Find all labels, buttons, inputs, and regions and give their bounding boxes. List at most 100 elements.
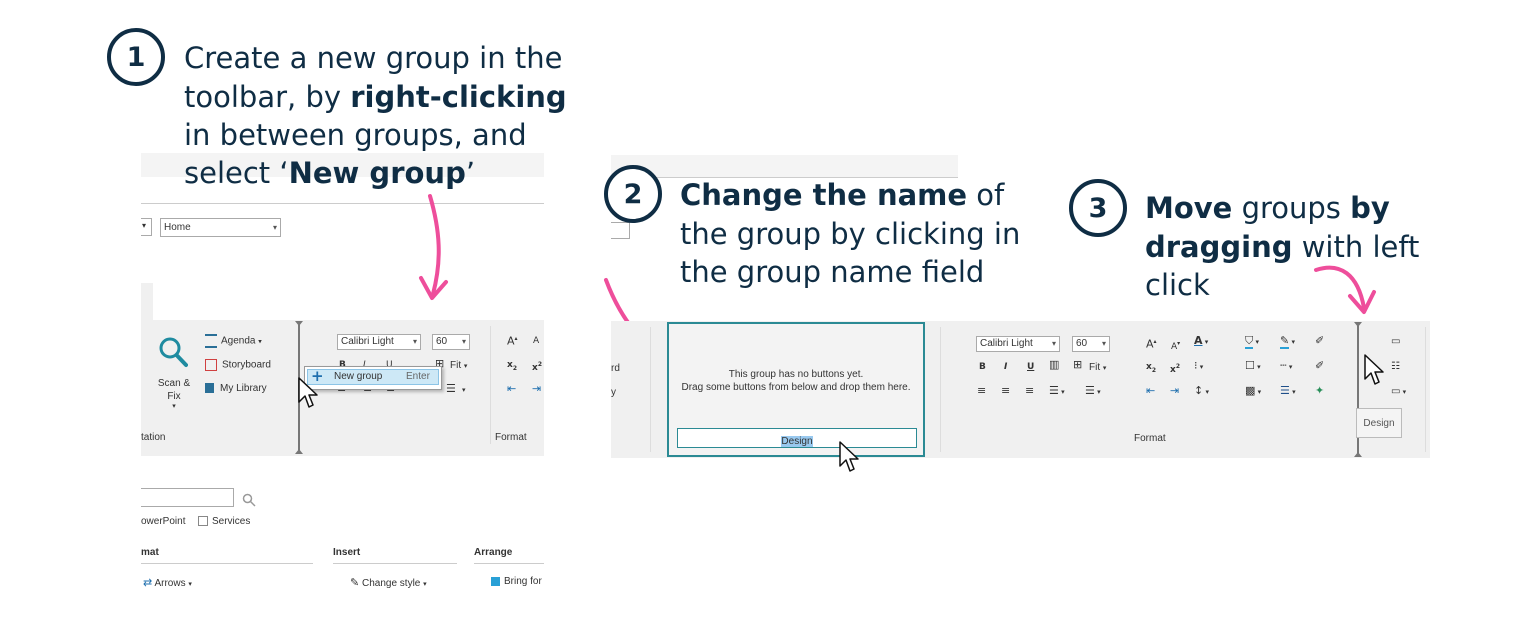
italic-icon[interactable]: I [1004, 361, 1007, 373]
panel-2-dropdown-stub[interactable] [611, 222, 630, 239]
chevron-down-icon: ▾ [172, 403, 176, 410]
panel-2-top-strip [611, 155, 958, 178]
font-name-dropdown[interactable]: Calibri Light ▾ [337, 334, 421, 350]
font-color-icon[interactable]: A ▾ [1194, 335, 1208, 348]
fill-color-icon[interactable]: ⛉ ▾ [1245, 334, 1259, 349]
outdent-icon[interactable]: ⇤ [507, 383, 516, 395]
agenda-icon [205, 334, 217, 348]
eyedropper-icon[interactable]: ✐ [1315, 335, 1324, 347]
line-color-icon[interactable]: ✎ ▾ [1280, 334, 1295, 349]
column-icon[interactable]: ▥ [1049, 359, 1059, 371]
list-icon[interactable]: ☰ [446, 383, 456, 395]
fit-icon[interactable]: ⊞ [1073, 359, 1082, 371]
subscript-icon[interactable]: x2 [1146, 361, 1156, 377]
filter-powerpoint[interactable]: owerPoint [141, 516, 185, 527]
step-2-line-3: the group name field [680, 255, 985, 289]
format-painter-icon[interactable]: ✐ [1315, 360, 1324, 372]
shrink-font-icon[interactable]: A▾ [1171, 338, 1180, 353]
services-checkbox[interactable] [198, 516, 208, 527]
dash-style-icon[interactable]: ┄ ▾ [1280, 360, 1292, 373]
bring-forward-label: Bring for [504, 576, 542, 587]
align-center-icon[interactable]: ≡ [1001, 385, 1010, 397]
line-weight-icon[interactable]: ☰ ▾ [1280, 385, 1296, 398]
panel-2-font-size-dropdown[interactable]: 60 ▾ [1072, 336, 1110, 352]
agenda-button[interactable]: Agenda ▾ [205, 334, 262, 348]
chevron-down-icon: ▾ [1101, 339, 1106, 348]
home-dropdown[interactable]: Home ▾ [160, 218, 281, 237]
step-3-badge: 3 [1069, 179, 1127, 237]
change-style-button[interactable]: ✎ Change style ▾ [350, 576, 427, 589]
fit-button[interactable]: Fit ▾ [450, 360, 467, 371]
search-icon[interactable] [242, 492, 256, 511]
superscript-icon[interactable]: x2 [1170, 361, 1180, 376]
grow-font-icon[interactable]: A▴ [1146, 336, 1157, 351]
font-size-value: 60 [436, 336, 448, 347]
paint-bucket-icon[interactable]: ✦ [1315, 385, 1324, 397]
step-2-line-2: the group by clicking in [680, 216, 1021, 251]
indent-icon[interactable]: ⇥ [532, 383, 541, 395]
my-library-button[interactable]: My Library [205, 383, 267, 394]
panel-2-format-label: Format [1134, 433, 1166, 444]
group-name-field[interactable]: Design [677, 428, 917, 448]
category-format-underline [141, 563, 313, 564]
step-1-badge: 1 [107, 28, 165, 86]
align-left-icon[interactable]: ≡ [977, 385, 986, 397]
underline-icon[interactable]: U [1027, 361, 1034, 373]
shadow-icon[interactable]: ▩ ▾ [1245, 385, 1261, 398]
bring-forward-button[interactable]: Bring for [491, 576, 542, 587]
category-arrange: Arrange [474, 547, 513, 558]
mouse-cursor-icon [1364, 354, 1384, 385]
grow-font-icon[interactable]: A▴ [507, 333, 518, 348]
step-2-line-1-post: of [967, 178, 1005, 212]
step-3-line-1-mid: groups [1232, 191, 1351, 225]
panel-2-font-name-dropdown[interactable]: Calibri Light ▾ [976, 336, 1060, 352]
context-menu-new-group-item[interactable]: + New group Enter [307, 367, 439, 385]
font-size-dropdown[interactable]: 60 ▾ [432, 334, 470, 350]
line-spacing-icon[interactable]: ↕ ▾ [1194, 385, 1209, 398]
step-3-number: 3 [1088, 192, 1108, 224]
my-library-label: My Library [220, 383, 267, 394]
scan-fix-button[interactable]: Scan & Fix ▾ [151, 377, 197, 411]
outdent-icon[interactable]: ⇤ [1146, 385, 1155, 397]
superscript-icon[interactable]: x2 [532, 359, 542, 374]
subscript-icon[interactable]: x2 [507, 359, 517, 375]
step-2-number: 2 [623, 178, 643, 210]
scan-fix-label-1: Scan & [157, 378, 191, 389]
pink-arrow-3 [1314, 265, 1376, 314]
list-box-icon[interactable]: ☷ [1391, 361, 1400, 373]
step-1-instruction: Create a new group in the toolbar, by ri… [184, 39, 567, 155]
storyboard-button[interactable]: Storyboard [205, 359, 271, 371]
brush-icon: ✎ [350, 577, 360, 589]
step-3-line-1-bold-2: by [1350, 191, 1390, 225]
search-input[interactable] [141, 488, 234, 507]
bold-icon[interactable]: B [979, 361, 986, 373]
design-group-label: Design [1363, 418, 1395, 429]
design-group-ghost[interactable]: Design [1356, 408, 1402, 438]
panel-2-fit-label: Fit [1089, 362, 1101, 373]
chevron-down-icon: ▾ [423, 581, 427, 588]
panel-1-left-dropdown-stub[interactable]: ▾ [141, 218, 152, 236]
arrows-label: Arrows [154, 578, 186, 589]
shape-outline-icon[interactable]: ☐ ▾ [1245, 360, 1261, 373]
group-label-format: Format [495, 432, 527, 443]
step-1-line-4: select ‘New group’ [184, 154, 475, 193]
arrows-button[interactable]: ⇄ Arrows ▾ [143, 576, 192, 589]
field-icon[interactable]: ▭ ▾ [1391, 386, 1406, 398]
chevron-down-icon: ▾ [1051, 339, 1056, 348]
panel-2-fit-button[interactable]: Fit ▾ [1089, 362, 1106, 373]
text-box-icon[interactable]: ▭ [1391, 336, 1400, 348]
empty-group-message-1: This group has no buttons yet. [728, 369, 864, 380]
bullets-icon[interactable]: ☰ ▾ [1049, 385, 1065, 398]
text-spacing-icon[interactable]: ⁝ ▾ [1194, 360, 1203, 373]
shrink-font-icon[interactable]: A [533, 335, 539, 347]
indent-icon[interactable]: ⇥ [1170, 385, 1179, 397]
empty-group-message-2: Drag some buttons from below and drop th… [681, 382, 911, 393]
group-name-value: Design [781, 436, 813, 447]
step-1-line-3: in between groups, and [184, 118, 527, 152]
filter-services[interactable]: Services [198, 516, 250, 527]
step-3-line-2-post: with left [1292, 229, 1420, 264]
filter-services-label: Services [212, 516, 251, 527]
magnifier-icon [158, 336, 188, 368]
align-right-icon[interactable]: ≡ [1025, 385, 1034, 397]
numbering-icon[interactable]: ☰ ▾ [1085, 385, 1101, 398]
